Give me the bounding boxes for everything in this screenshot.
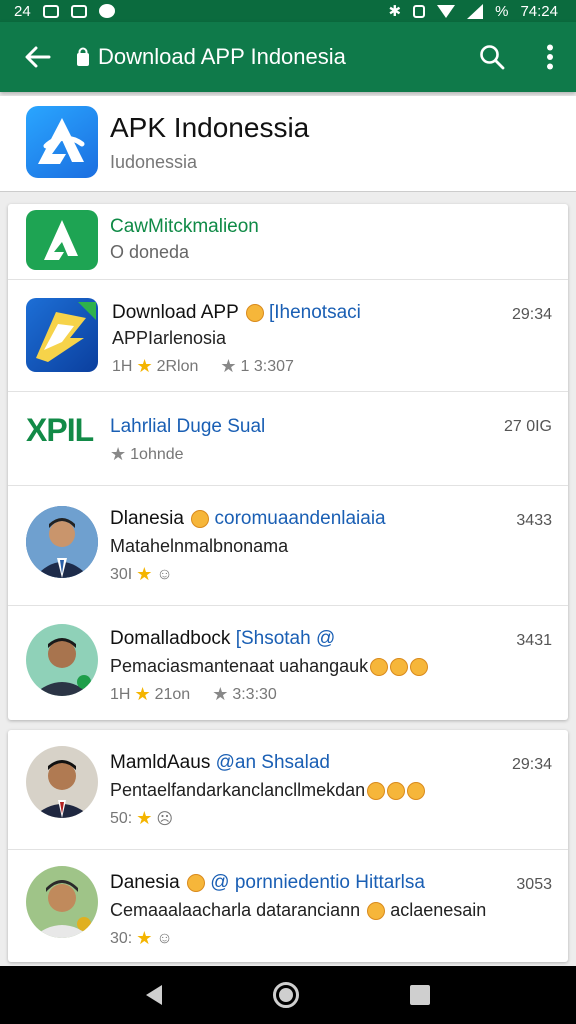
star-icon: ★ (136, 356, 153, 376)
star-icon: ★ (212, 684, 229, 704)
item-time: 29:34 (511, 306, 552, 323)
system-nav-bar (0, 966, 576, 1024)
star-icon: ★ (110, 444, 127, 464)
item-meta: 30I ★ ☺ (110, 564, 173, 584)
star-icon: ★ (136, 564, 153, 584)
item-title: Domalladbock [Shsotah @ (110, 628, 336, 649)
clock: 74:24 (520, 2, 558, 20)
emoji-outline-icon: ☹ (156, 810, 174, 828)
notification-icon (98, 4, 115, 18)
app-bar: Download APP Indonesia (0, 22, 576, 92)
avatar (26, 746, 98, 818)
signal-icon (467, 3, 484, 19)
app-subtitle: Iudonessia (110, 152, 198, 172)
app-icon (26, 298, 98, 372)
emoji-outline-icon: ☺ (156, 929, 173, 947)
battery-percent: % (495, 2, 509, 20)
avatar (26, 866, 98, 938)
star-icon: ★ (220, 356, 237, 376)
list-item[interactable]: Download APP [Ihenotsaci APPIarlenosia 1… (8, 280, 568, 392)
emoji-icon (407, 782, 426, 801)
app-title: APK Indonessia (110, 112, 310, 143)
notification-icon (70, 4, 87, 18)
list-item[interactable]: Domalladbock [Shsotah @ Pemaciasmantenaa… (8, 606, 568, 720)
star-icon: ★ (134, 684, 151, 704)
emoji-icon (187, 873, 205, 892)
more-vert-icon (547, 44, 553, 70)
item-title: Download APP [Ihenotsaci (112, 302, 361, 323)
emoji-icon (387, 782, 406, 801)
arrow-back-icon (25, 46, 51, 68)
list-item[interactable]: CawMitckmalieon O doneda (8, 204, 568, 280)
bluetooth-icon: ✱ (388, 3, 402, 20)
item-meta: 50: ★ ☹ (110, 808, 174, 828)
nav-back-icon[interactable] (145, 985, 162, 1005)
item-time: 29:34 (511, 756, 552, 773)
brand-logo: XPIL (26, 412, 94, 448)
emoji-icon (390, 658, 409, 677)
app-icon (26, 210, 98, 270)
item-time: 3053 (516, 876, 552, 893)
item-subtitle: Pemaciasmantenaat uahangauk (110, 656, 429, 677)
lock-icon (76, 47, 90, 67)
item-title: CawMitckmalieon (110, 216, 259, 237)
list-item[interactable]: XPIL Lahrlial Duge Sual ★ 1ohnde 27 0IG (8, 392, 568, 486)
item-meta: 30: ★ ☺ (110, 928, 173, 948)
results-card: MamldAaus @an Shsalad Pentaelfandarkancl… (8, 730, 568, 962)
emoji-icon (367, 782, 386, 801)
emoji-icon (370, 658, 389, 677)
nav-home-icon[interactable] (272, 982, 299, 1008)
wifi-icon (437, 4, 456, 18)
item-meta: 1H ★ 21on ★ 3:3:30 (110, 684, 277, 704)
more-options-button[interactable] (524, 22, 576, 92)
notification-icon (42, 4, 59, 18)
app-logo-icon (26, 106, 98, 178)
item-meta: ★ 1ohnde (110, 444, 184, 464)
item-subtitle: APPIarlenosia (112, 328, 227, 348)
emoji-icon (245, 303, 264, 322)
item-subtitle: O doneda (110, 242, 190, 262)
item-subtitle: Matahelnmalbnonama (110, 536, 289, 556)
list-item[interactable]: Dlanesia coromuaandenlaiaia Matahelnmalb… (8, 486, 568, 606)
item-subtitle: Pentaelfandarkanclancllmekdan (110, 780, 426, 801)
back-button[interactable] (0, 22, 76, 92)
list-item[interactable]: Danesia @ pornniedentio Hittarlsa Cemaaa… (8, 850, 568, 962)
avatar (26, 624, 98, 696)
item-time: 3433 (516, 512, 552, 529)
item-title: MamldAaus @an Shsalad (110, 752, 330, 773)
avatar (26, 506, 98, 578)
item-time: 27 0IG (503, 418, 552, 435)
status-time-left: 24 (14, 2, 31, 20)
item-title: Dlanesia coromuaandenlaiaia (110, 508, 386, 529)
list-item[interactable]: MamldAaus @an Shsalad Pentaelfandarkancl… (8, 730, 568, 850)
emoji-icon (410, 658, 429, 677)
emoji-outline-icon: ☺ (156, 565, 173, 583)
status-bar: 24 ✱ % 74:24 (0, 0, 576, 22)
item-subtitle: Cemaaalaacharla dataranciann aclaenesain (110, 900, 487, 921)
search-icon (480, 45, 505, 70)
item-meta: 1H ★ 2Rlon ★ 1 3:307 (112, 356, 294, 376)
emoji-icon (367, 902, 386, 921)
star-icon: ★ (136, 808, 153, 828)
star-icon: ★ (136, 928, 153, 948)
search-button[interactable] (460, 22, 524, 92)
nav-recents-icon[interactable] (410, 985, 431, 1005)
app-header-card[interactable]: APK Indonessia Iudonessia (0, 96, 576, 192)
page-title: Download APP Indonesia (98, 44, 346, 69)
results-card: CawMitckmalieon O doneda Download APP [I… (8, 204, 568, 720)
item-time: 3431 (516, 632, 552, 649)
emoji-icon (191, 509, 210, 528)
vibrate-icon (413, 4, 426, 18)
item-title: Danesia @ pornniedentio Hittarlsa (110, 872, 425, 893)
item-title: Lahrlial Duge Sual (110, 416, 266, 437)
